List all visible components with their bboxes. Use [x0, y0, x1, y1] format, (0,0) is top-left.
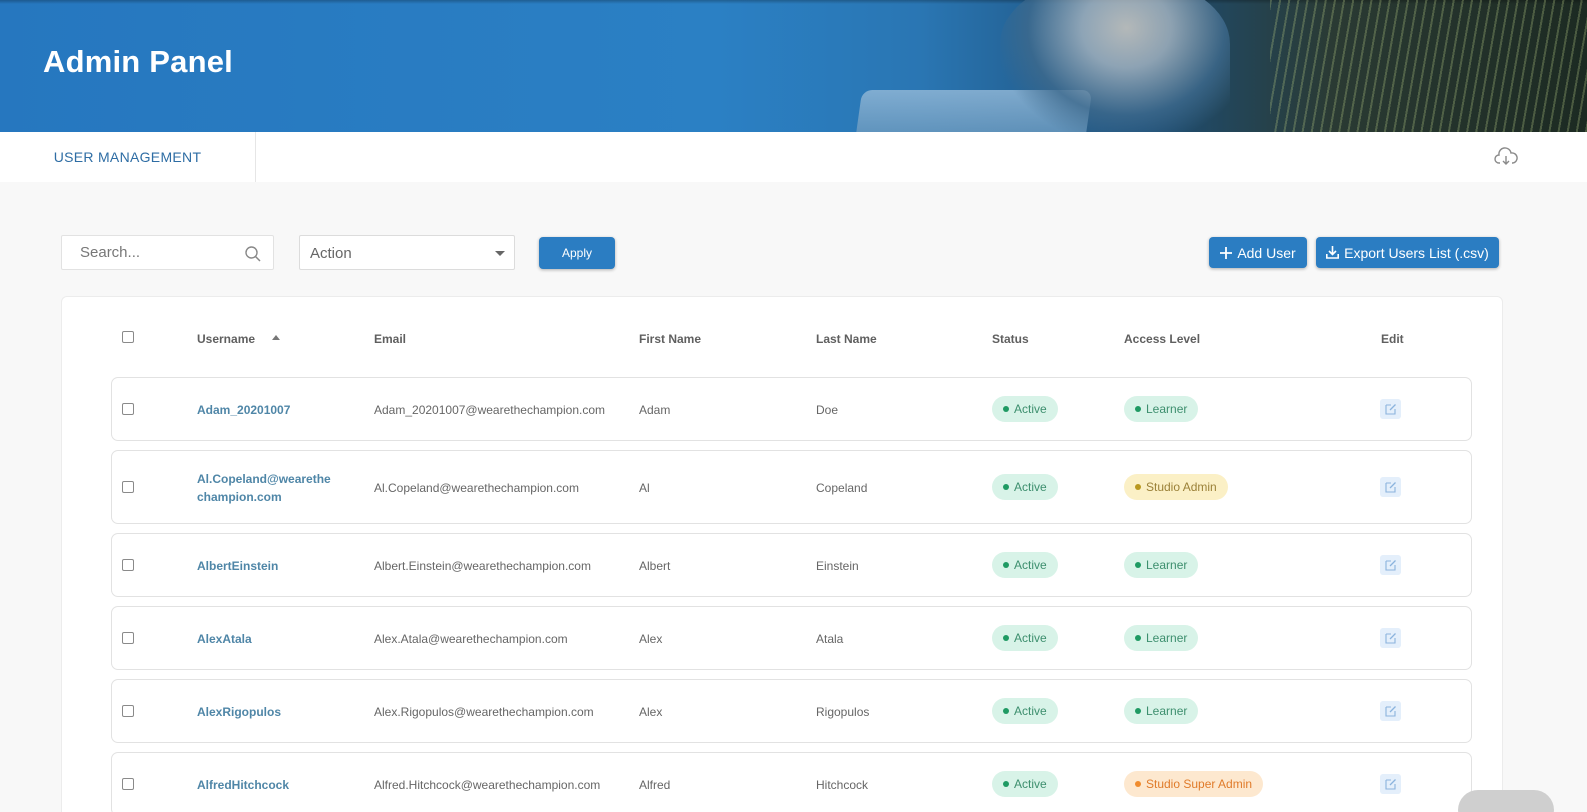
row-checkbox[interactable] — [122, 559, 134, 571]
floating-widget[interactable] — [1458, 790, 1554, 812]
last-name-cell: Rigopulos — [816, 705, 870, 719]
plus-icon — [1220, 246, 1233, 259]
last-name-cell: Einstein — [816, 559, 859, 573]
apply-button[interactable]: Apply — [539, 237, 615, 269]
edit-icon[interactable] — [1380, 701, 1401, 721]
row-checkbox[interactable] — [122, 403, 134, 415]
access-level-badge: Learner — [1124, 625, 1199, 651]
username-link[interactable]: Adam_20201007 — [197, 401, 337, 419]
username-link[interactable]: Al.Copeland@wearethechampion.com — [197, 470, 337, 506]
first-name-cell: Adam — [639, 403, 671, 417]
email-cell: Adam_20201007@wearethechampion.com — [374, 403, 605, 417]
status-badge: Active — [992, 474, 1058, 500]
last-name-cell: Hitchcock — [816, 778, 869, 792]
access-level-badge: Learner — [1124, 552, 1199, 578]
column-header-edit: Edit — [1381, 332, 1404, 346]
sort-up-icon[interactable] — [272, 335, 280, 340]
edit-icon[interactable] — [1380, 555, 1401, 575]
row-checkbox[interactable] — [122, 632, 134, 644]
access-level-badge: Learner — [1124, 698, 1199, 724]
access-level-badge: Studio Admin — [1124, 474, 1228, 500]
last-name-cell: Atala — [816, 632, 844, 646]
export-users-label: Export Users List (.csv) — [1344, 244, 1489, 261]
column-header-access-level[interactable]: Access Level — [1124, 332, 1200, 346]
row-checkbox[interactable] — [122, 778, 134, 790]
page-title: Admin Panel — [43, 44, 233, 79]
action-select-value: Action — [310, 245, 352, 262]
first-name-cell: Alfred — [639, 778, 671, 792]
username-link[interactable]: AlexRigopulos — [197, 703, 337, 721]
email-cell: Alfred.Hitchcock@wearethechampion.com — [374, 778, 601, 792]
add-user-label: Add User — [1237, 244, 1296, 261]
column-header-status[interactable]: Status — [992, 332, 1029, 346]
status-badge: Active — [992, 771, 1058, 797]
first-name-cell: Alex — [639, 705, 663, 719]
access-level-badge: Studio Super Admin — [1124, 771, 1264, 797]
select-all-checkbox[interactable] — [122, 331, 134, 343]
status-badge: Active — [992, 625, 1058, 651]
email-cell: Al.Copeland@wearethechampion.com — [374, 481, 579, 495]
edit-icon[interactable] — [1380, 477, 1401, 497]
add-user-button[interactable]: Add User — [1209, 237, 1307, 268]
status-badge: Active — [992, 396, 1058, 422]
export-users-button[interactable]: Export Users List (.csv) — [1316, 237, 1499, 268]
first-name-cell: Albert — [639, 559, 671, 573]
column-header-first-name[interactable]: First Name — [639, 332, 701, 346]
username-link[interactable]: AlexAtala — [197, 630, 337, 648]
tab-user-management[interactable]: USER MANAGEMENT — [0, 132, 256, 182]
email-cell: Alex.Atala@wearethechampion.com — [374, 632, 568, 646]
banner-photo-person — [1000, 0, 1230, 132]
first-name-cell: Al — [639, 481, 650, 495]
search-icon[interactable] — [244, 245, 262, 263]
edit-icon[interactable] — [1380, 774, 1401, 794]
access-level-badge: Learner — [1124, 396, 1199, 422]
search-input[interactable] — [62, 236, 237, 269]
banner-photo-plant — [1270, 0, 1587, 132]
action-select[interactable]: Action — [299, 235, 515, 270]
last-name-cell: Copeland — [816, 481, 868, 495]
column-header-last-name[interactable]: Last Name — [816, 332, 877, 346]
cloud-download-icon[interactable] — [1494, 147, 1518, 167]
column-header-email[interactable]: Email — [374, 332, 406, 346]
column-header-username[interactable]: Username — [197, 332, 255, 346]
tab-label: USER MANAGEMENT — [53, 149, 202, 165]
row-checkbox[interactable] — [122, 481, 134, 493]
username-link[interactable]: AlfredHitchcock — [197, 776, 337, 794]
header-banner: Admin Panel — [0, 0, 1587, 132]
download-icon — [1326, 246, 1340, 259]
status-badge: Active — [992, 552, 1058, 578]
email-cell: Alex.Rigopulos@wearethechampion.com — [374, 705, 594, 719]
edit-icon[interactable] — [1380, 628, 1401, 648]
edit-icon[interactable] — [1380, 399, 1401, 419]
row-checkbox[interactable] — [122, 705, 134, 717]
tab-bar: USER MANAGEMENT — [0, 132, 1587, 182]
status-badge: Active — [992, 698, 1058, 724]
caret-down-icon — [495, 251, 505, 256]
search-box — [61, 235, 274, 270]
email-cell: Albert.Einstein@wearethechampion.com — [374, 559, 591, 573]
first-name-cell: Alex — [639, 632, 663, 646]
username-link[interactable]: AlbertEinstein — [197, 557, 337, 575]
last-name-cell: Doe — [816, 403, 839, 417]
